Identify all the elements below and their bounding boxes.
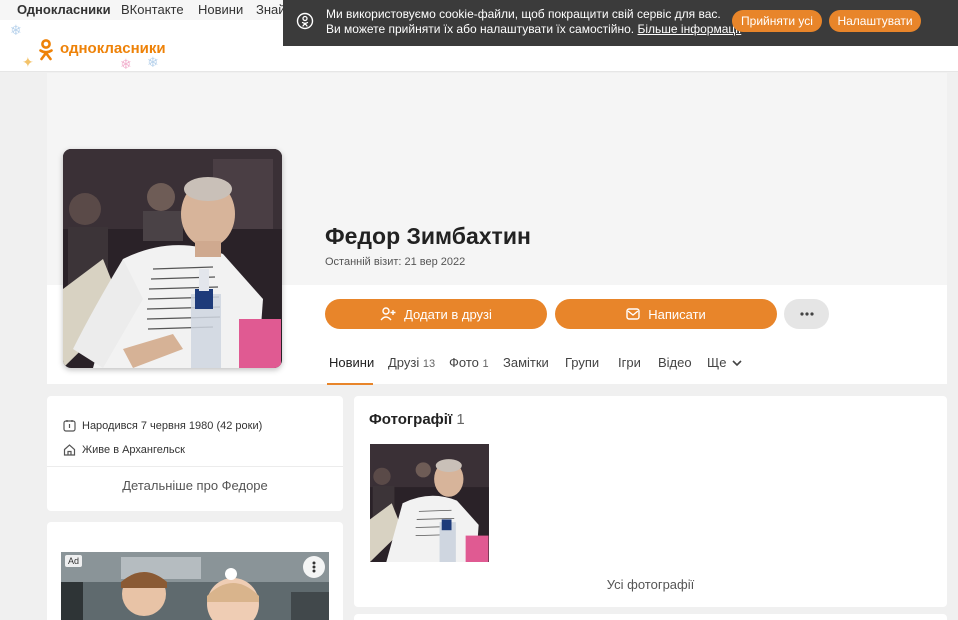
birthday-text: Народився 7 червня 1980 (42 роки) <box>82 419 263 432</box>
cookie-icon <box>296 12 314 30</box>
cookie-settings-button[interactable]: Налаштувати <box>829 10 921 32</box>
divider <box>47 466 343 467</box>
tab-notes-label: Замітки <box>503 355 549 370</box>
accept-all-cookies-button[interactable]: Прийняти усі <box>732 10 822 32</box>
tab-more[interactable]: Ще <box>707 355 742 370</box>
tab-groups-label: Групи <box>565 355 600 370</box>
location-row: Живе в Архангельск <box>63 443 185 456</box>
photos-count: 1 <box>456 411 465 428</box>
photos-card: Фотографії 1 Усі фотографії <box>354 396 947 607</box>
tab-friends[interactable]: Друзі 13 <box>388 355 435 370</box>
add-friend-label: Додати в друзі <box>404 306 492 322</box>
profile-card: Федор Зимбахтин Останній візит: 21 вер 2… <box>47 73 947 385</box>
thumbnail-photo <box>370 444 489 562</box>
more-vertical-icon <box>312 561 316 573</box>
photos-title-label: Фотографії <box>369 411 453 428</box>
about-card: Народився 7 червня 1980 (42 роки) Живе в… <box>47 396 343 511</box>
last-visit: Останній візит: 21 вер 2022 <box>325 256 466 268</box>
more-about-link[interactable]: Детальніше про Федоре <box>47 478 343 493</box>
star-icon: ✦ <box>22 54 34 70</box>
nav-link-vkontakte[interactable]: ВКонтакте <box>121 2 184 17</box>
tab-groups[interactable]: Групи <box>565 355 599 370</box>
calendar-icon <box>63 420 76 432</box>
tab-friends-label: Друзі <box>388 355 420 370</box>
tab-games-label: Ігри <box>618 355 641 370</box>
photos-title[interactable]: Фотографії 1 <box>369 411 465 428</box>
cookie-line-2: Ви можете прийняти їх або налаштувати їх… <box>326 22 741 37</box>
logo-text[interactable]: однокласники <box>60 40 166 57</box>
tab-news-label: Новини <box>329 355 375 370</box>
more-actions-button[interactable] <box>784 299 829 329</box>
add-friend-icon <box>380 307 396 321</box>
write-message-label: Написати <box>648 306 706 322</box>
ad-badge: Ad <box>65 555 83 567</box>
tab-games[interactable]: Ігри <box>618 355 641 370</box>
next-card <box>354 614 947 620</box>
ok-logo-icon[interactable] <box>38 39 54 61</box>
profile-name: Федор Зимбахтин <box>325 223 531 249</box>
profile-avatar[interactable] <box>63 149 282 368</box>
ad-photo <box>61 552 329 620</box>
home-icon <box>63 444 76 456</box>
location-text: Живе в Архангельск <box>82 443 185 456</box>
tab-friends-count: 13 <box>422 358 436 370</box>
tab-photos-count: 1 <box>482 358 489 370</box>
active-tab-indicator <box>327 383 373 385</box>
tab-photos-label: Фото <box>449 355 479 370</box>
tab-more-label: Ще <box>707 355 727 370</box>
snowflake-icon: ❄ <box>10 22 22 38</box>
cookie-banner: Ми використовуємо cookie-файли, щоб покр… <box>283 0 958 46</box>
avatar-photo <box>63 149 282 368</box>
photo-thumbnail[interactable] <box>370 444 489 562</box>
cookie-line-1: Ми використовуємо cookie-файли, щоб покр… <box>326 7 721 21</box>
cookie-more-info-link[interactable]: Більше інформації <box>638 22 742 36</box>
birthday-row: Народився 7 червня 1980 (42 роки) <box>63 419 262 432</box>
nav-site-name[interactable]: Однокласники <box>17 2 111 17</box>
cookie-message: Ми використовуємо cookie-файли, щоб покр… <box>326 7 741 37</box>
tab-video-label: Відео <box>658 355 692 370</box>
chevron-down-icon <box>732 360 742 367</box>
tab-photos[interactable]: Фото 1 <box>449 355 489 370</box>
write-message-button[interactable]: Написати <box>555 299 777 329</box>
envelope-icon <box>626 308 640 320</box>
all-photos-link[interactable]: Усі фотографії <box>354 577 947 592</box>
tab-video[interactable]: Відео <box>658 355 692 370</box>
snowflake-icon: ❄ <box>120 56 132 72</box>
nav-link-news[interactable]: Новини <box>198 2 243 17</box>
ad-image[interactable]: Ad <box>61 552 329 620</box>
tab-news[interactable]: Новини <box>329 355 374 370</box>
ad-menu-button[interactable] <box>303 556 325 578</box>
more-dots-icon <box>799 312 814 316</box>
add-friend-button[interactable]: Додати в друзі <box>325 299 547 329</box>
ad-card: Ad <box>47 522 343 620</box>
tab-notes[interactable]: Замітки <box>503 355 549 370</box>
cookie-line-2-text: Ви можете прийняти їх або налаштувати їх… <box>326 22 635 36</box>
